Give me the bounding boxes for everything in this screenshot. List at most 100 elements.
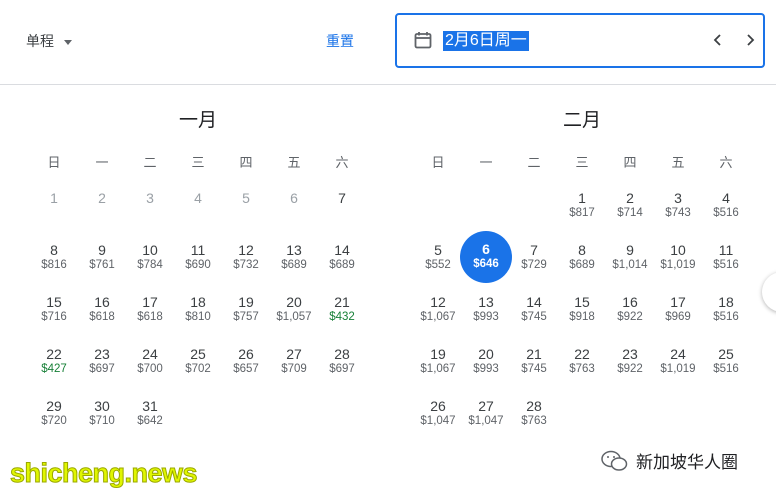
day-cell[interactable]: 4 $516: [702, 182, 750, 230]
day-cell[interactable]: 24 $1,019: [654, 338, 702, 386]
day-cell[interactable]: 23 $922: [606, 338, 654, 386]
day-cell[interactable]: 20 $993: [462, 338, 510, 386]
day-cell[interactable]: 23 $697: [78, 338, 126, 386]
day-cell[interactable]: 2 $714: [606, 182, 654, 230]
day-cell[interactable]: 7 $729: [510, 234, 558, 282]
date-input-value[interactable]: 2月6日周一: [443, 31, 529, 51]
day-cell[interactable]: 11 $516: [702, 234, 750, 282]
day-cell[interactable]: 8 $689: [558, 234, 606, 282]
day-cell: 1: [30, 182, 78, 230]
day-cell[interactable]: 13 $689: [270, 234, 318, 282]
day-cell[interactable]: 14 $745: [510, 286, 558, 334]
day-number: 22: [46, 346, 62, 362]
day-cell[interactable]: 14 $689: [318, 234, 366, 282]
day-cell[interactable]: 21 $745: [510, 338, 558, 386]
day-cell[interactable]: 5 $552: [414, 234, 462, 282]
day-number: 16: [94, 294, 110, 310]
day-price: $745: [521, 363, 547, 375]
day-price-low: $432: [329, 311, 355, 323]
day-number: 5: [242, 190, 250, 206]
day-cell[interactable]: 13 $993: [462, 286, 510, 334]
day-cell[interactable]: 21 $432: [318, 286, 366, 334]
day-cell[interactable]: 3 $743: [654, 182, 702, 230]
day-cell[interactable]: 29 $720: [30, 390, 78, 438]
day-cell[interactable]: 9 $1,014: [606, 234, 654, 282]
reset-button[interactable]: 重置: [326, 31, 354, 51]
day-cell: 6: [270, 182, 318, 230]
day-number: 15: [574, 294, 590, 310]
day-price: $1,067: [420, 311, 456, 323]
day-number: 21: [334, 294, 350, 310]
day-cell[interactable]: 25 $702: [174, 338, 222, 386]
day-cell[interactable]: 15 $716: [30, 286, 78, 334]
day-cell[interactable]: 22 $763: [558, 338, 606, 386]
day-cell[interactable]: 17 $618: [126, 286, 174, 334]
day-number: 8: [578, 242, 586, 258]
day-price: $646: [473, 258, 499, 270]
day-cell-selected[interactable]: 6 $646: [460, 231, 512, 283]
day-cell[interactable]: 27 $709: [270, 338, 318, 386]
day-number: 25: [190, 346, 206, 362]
chevron-right-icon[interactable]: [741, 31, 759, 49]
day-cell[interactable]: 10 $1,019: [654, 234, 702, 282]
weekday-header: 日一二三四五六: [414, 152, 750, 172]
account-watermark: 新加坡华人圈: [600, 448, 738, 473]
day-number: 26: [430, 398, 446, 414]
day-cell[interactable]: 18 $810: [174, 286, 222, 334]
day-price: $516: [713, 363, 739, 375]
day-cell[interactable]: 1 $817: [558, 182, 606, 230]
day-cell[interactable]: 24 $700: [126, 338, 174, 386]
day-price: $1,057: [276, 311, 312, 323]
day-number: 2: [98, 190, 106, 206]
day-number: 6: [482, 241, 490, 257]
day-cell[interactable]: 17 $969: [654, 286, 702, 334]
day-number: 18: [190, 294, 206, 310]
day-cell[interactable]: 12 $732: [222, 234, 270, 282]
day-cell[interactable]: 16 $922: [606, 286, 654, 334]
day-cell[interactable]: 18 $516: [702, 286, 750, 334]
day-cell[interactable]: 8 $816: [30, 234, 78, 282]
day-number: 24: [142, 346, 158, 362]
chevron-left-icon[interactable]: [709, 31, 727, 49]
day-cell[interactable]: 12 $1,067: [414, 286, 462, 334]
day-cell[interactable]: 27 $1,047: [462, 390, 510, 438]
day-cell[interactable]: 11 $690: [174, 234, 222, 282]
trip-type-dropdown[interactable]: 单程: [26, 31, 72, 51]
day-price: $714: [617, 207, 643, 219]
day-cell[interactable]: 30 $710: [78, 390, 126, 438]
day-number: 14: [526, 294, 542, 310]
day-number: 25: [718, 346, 734, 362]
day-price: $689: [569, 259, 595, 271]
day-cell[interactable]: 25 $516: [702, 338, 750, 386]
day-cell[interactable]: 9 $761: [78, 234, 126, 282]
month-february: 二月 日一二三四五六 1 $817 2 $714 3 $743 4 $516 5 $552 6 $64…: [414, 108, 750, 427]
day-cell[interactable]: 7: [318, 182, 366, 230]
day-cell[interactable]: 31 $642: [126, 390, 174, 438]
trip-type-label: 单程: [26, 33, 54, 49]
departure-date-field[interactable]: 2月6日周一: [395, 13, 765, 68]
day-price: $816: [41, 259, 67, 271]
day-number: 19: [430, 346, 446, 362]
day-price: $993: [473, 311, 499, 323]
day-cell[interactable]: 20 $1,057: [270, 286, 318, 334]
day-cell[interactable]: 19 $1,067: [414, 338, 462, 386]
scroll-next-button[interactable]: [762, 272, 776, 312]
account-name: 新加坡华人圈: [636, 453, 738, 472]
day-cell[interactable]: 16 $618: [78, 286, 126, 334]
day-cell[interactable]: 22 $427: [30, 338, 78, 386]
caret-down-icon: [64, 39, 72, 45]
day-cell[interactable]: 26 $1,047: [414, 390, 462, 438]
day-number: 28: [334, 346, 350, 362]
day-price: $784: [137, 259, 163, 271]
day-price: $690: [185, 259, 211, 271]
day-cell[interactable]: 28 $763: [510, 390, 558, 438]
day-number: 23: [622, 346, 638, 362]
day-cell[interactable]: 19 $757: [222, 286, 270, 334]
day-cell[interactable]: 28 $697: [318, 338, 366, 386]
day-cell[interactable]: 10 $784: [126, 234, 174, 282]
day-cell[interactable]: 26 $657: [222, 338, 270, 386]
day-number: 13: [478, 294, 494, 310]
day-cell: 4: [174, 182, 222, 230]
day-number: 13: [286, 242, 302, 258]
day-cell[interactable]: 15 $918: [558, 286, 606, 334]
